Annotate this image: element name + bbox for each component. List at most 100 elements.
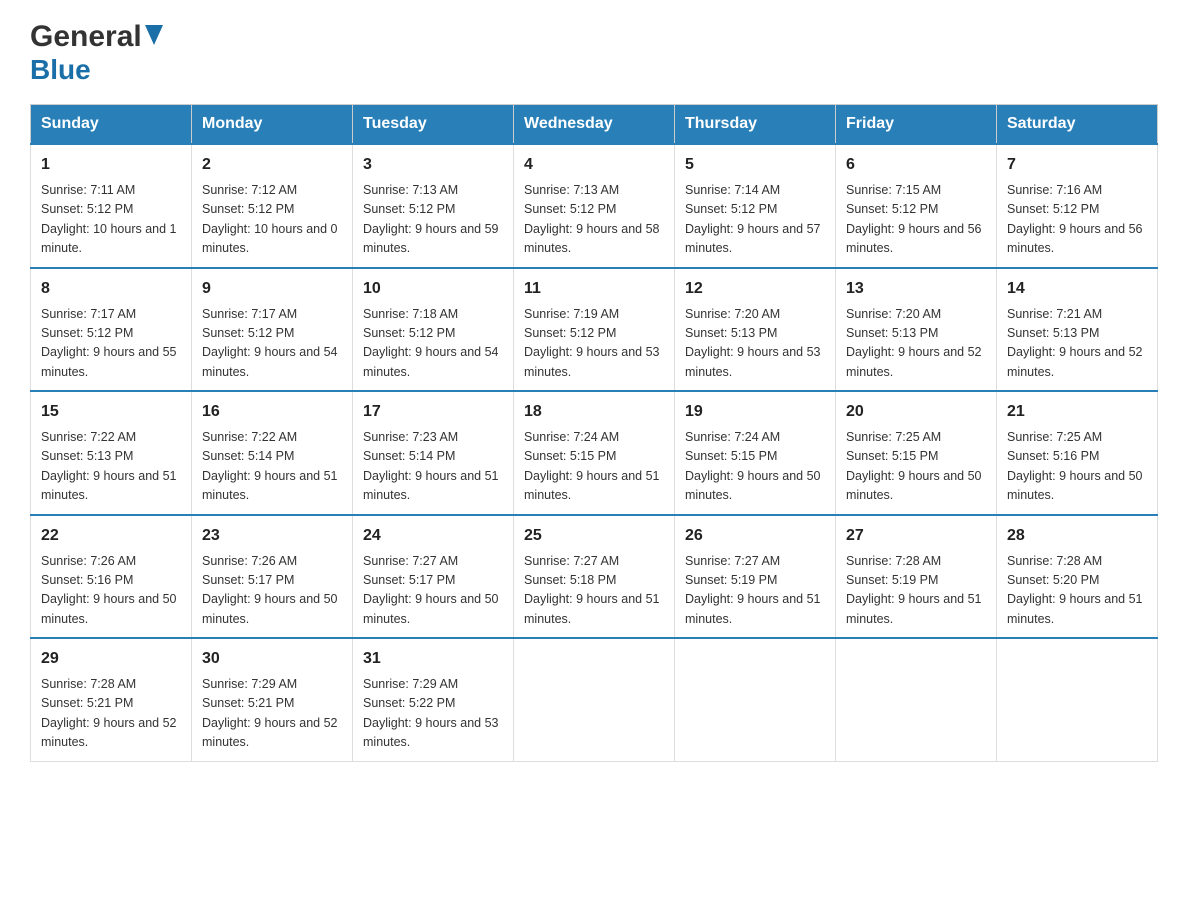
day-number: 18 [524, 400, 664, 424]
day-info: Sunrise: 7:29 AMSunset: 5:21 PMDaylight:… [202, 675, 342, 753]
day-number: 12 [685, 277, 825, 301]
day-number: 3 [363, 153, 503, 177]
day-number: 21 [1007, 400, 1147, 424]
calendar-table: SundayMondayTuesdayWednesdayThursdayFrid… [30, 104, 1158, 762]
day-info: Sunrise: 7:21 AMSunset: 5:13 PMDaylight:… [1007, 305, 1147, 383]
calendar-cell: 4 Sunrise: 7:13 AMSunset: 5:12 PMDaylight… [514, 144, 675, 268]
day-header-sunday: Sunday [31, 105, 192, 145]
calendar-cell: 15 Sunrise: 7:22 AMSunset: 5:13 PMDayligh… [31, 391, 192, 515]
day-info: Sunrise: 7:13 AMSunset: 5:12 PMDaylight:… [363, 181, 503, 259]
day-info: Sunrise: 7:20 AMSunset: 5:13 PMDaylight:… [685, 305, 825, 383]
day-number: 15 [41, 400, 181, 424]
day-info: Sunrise: 7:14 AMSunset: 5:12 PMDaylight:… [685, 181, 825, 259]
week-row-4: 22 Sunrise: 7:26 AMSunset: 5:16 PMDayligh… [31, 515, 1158, 639]
day-info: Sunrise: 7:25 AMSunset: 5:16 PMDaylight:… [1007, 428, 1147, 506]
day-header-monday: Monday [192, 105, 353, 145]
day-info: Sunrise: 7:24 AMSunset: 5:15 PMDaylight:… [524, 428, 664, 506]
day-number: 6 [846, 153, 986, 177]
calendar-cell: 25 Sunrise: 7:27 AMSunset: 5:18 PMDayligh… [514, 515, 675, 639]
calendar-cell: 19 Sunrise: 7:24 AMSunset: 5:15 PMDayligh… [675, 391, 836, 515]
day-info: Sunrise: 7:19 AMSunset: 5:12 PMDaylight:… [524, 305, 664, 383]
day-info: Sunrise: 7:28 AMSunset: 5:21 PMDaylight:… [41, 675, 181, 753]
day-number: 7 [1007, 153, 1147, 177]
day-number: 24 [363, 524, 503, 548]
day-number: 28 [1007, 524, 1147, 548]
calendar-cell: 1Sunrise: 7:11 AMSunset: 5:12 PMDaylight… [31, 144, 192, 268]
calendar-cell: 3 Sunrise: 7:13 AMSunset: 5:12 PMDaylight… [353, 144, 514, 268]
day-number: 26 [685, 524, 825, 548]
calendar-cell [836, 638, 997, 761]
day-info: Sunrise: 7:22 AMSunset: 5:13 PMDaylight:… [41, 428, 181, 506]
day-header-tuesday: Tuesday [353, 105, 514, 145]
calendar-cell: 12 Sunrise: 7:20 AMSunset: 5:13 PMDayligh… [675, 268, 836, 392]
day-info: Sunrise: 7:26 AMSunset: 5:17 PMDaylight:… [202, 552, 342, 630]
calendar-header-row: SundayMondayTuesdayWednesdayThursdayFrid… [31, 105, 1158, 145]
day-info: Sunrise: 7:20 AMSunset: 5:13 PMDaylight:… [846, 305, 986, 383]
calendar-cell: 31 Sunrise: 7:29 AMSunset: 5:22 PMDayligh… [353, 638, 514, 761]
day-header-friday: Friday [836, 105, 997, 145]
day-number: 16 [202, 400, 342, 424]
day-number: 20 [846, 400, 986, 424]
logo-blue: Blue [30, 56, 91, 84]
day-info: Sunrise: 7:29 AMSunset: 5:22 PMDaylight:… [363, 675, 503, 753]
day-header-wednesday: Wednesday [514, 105, 675, 145]
calendar-cell: 24 Sunrise: 7:27 AMSunset: 5:17 PMDayligh… [353, 515, 514, 639]
calendar-cell: 21 Sunrise: 7:25 AMSunset: 5:16 PMDayligh… [997, 391, 1158, 515]
day-info: Sunrise: 7:22 AMSunset: 5:14 PMDaylight:… [202, 428, 342, 506]
calendar-cell: 9Sunrise: 7:17 AMSunset: 5:12 PMDaylight… [192, 268, 353, 392]
day-info: Sunrise: 7:27 AMSunset: 5:18 PMDaylight:… [524, 552, 664, 630]
day-number: 25 [524, 524, 664, 548]
day-number: 2 [202, 153, 342, 177]
calendar-cell: 16 Sunrise: 7:22 AMSunset: 5:14 PMDayligh… [192, 391, 353, 515]
calendar-cell: 28Sunrise: 7:28 AMSunset: 5:20 PMDayligh… [997, 515, 1158, 639]
day-info: Sunrise: 7:26 AMSunset: 5:16 PMDaylight:… [41, 552, 181, 630]
day-info: Sunrise: 7:15 AMSunset: 5:12 PMDaylight:… [846, 181, 986, 259]
day-number: 22 [41, 524, 181, 548]
week-row-3: 15 Sunrise: 7:22 AMSunset: 5:13 PMDayligh… [31, 391, 1158, 515]
day-number: 4 [524, 153, 664, 177]
day-number: 8 [41, 277, 181, 301]
day-number: 10 [363, 277, 503, 301]
day-number: 31 [363, 647, 503, 671]
logo-arrow-icon [145, 25, 163, 50]
calendar-cell: 17Sunrise: 7:23 AMSunset: 5:14 PMDayligh… [353, 391, 514, 515]
calendar-cell: 8 Sunrise: 7:17 AMSunset: 5:12 PMDaylight… [31, 268, 192, 392]
page-header: General Blue [30, 20, 1158, 84]
day-info: Sunrise: 7:25 AMSunset: 5:15 PMDaylight:… [846, 428, 986, 506]
calendar-cell: 13 Sunrise: 7:20 AMSunset: 5:13 PMDayligh… [836, 268, 997, 392]
logo-general: General [30, 20, 142, 54]
day-info: Sunrise: 7:27 AMSunset: 5:17 PMDaylight:… [363, 552, 503, 630]
day-info: Sunrise: 7:13 AMSunset: 5:12 PMDaylight:… [524, 181, 664, 259]
calendar-cell: 30 Sunrise: 7:29 AMSunset: 5:21 PMDayligh… [192, 638, 353, 761]
calendar-cell: 23Sunrise: 7:26 AMSunset: 5:17 PMDayligh… [192, 515, 353, 639]
calendar-cell: 20 Sunrise: 7:25 AMSunset: 5:15 PMDayligh… [836, 391, 997, 515]
calendar-cell [675, 638, 836, 761]
calendar-cell: 11 Sunrise: 7:19 AMSunset: 5:12 PMDayligh… [514, 268, 675, 392]
calendar-cell: 18 Sunrise: 7:24 AMSunset: 5:15 PMDayligh… [514, 391, 675, 515]
day-info: Sunrise: 7:11 AMSunset: 5:12 PMDaylight:… [41, 181, 181, 259]
day-info: Sunrise: 7:17 AMSunset: 5:12 PMDaylight:… [41, 305, 181, 383]
calendar-cell: 5 Sunrise: 7:14 AMSunset: 5:12 PMDaylight… [675, 144, 836, 268]
day-number: 27 [846, 524, 986, 548]
calendar-cell: 26Sunrise: 7:27 AMSunset: 5:19 PMDayligh… [675, 515, 836, 639]
week-row-1: 1Sunrise: 7:11 AMSunset: 5:12 PMDaylight… [31, 144, 1158, 268]
day-info: Sunrise: 7:17 AMSunset: 5:12 PMDaylight:… [202, 305, 342, 383]
calendar-cell [514, 638, 675, 761]
day-number: 11 [524, 277, 664, 301]
week-row-2: 8 Sunrise: 7:17 AMSunset: 5:12 PMDaylight… [31, 268, 1158, 392]
day-header-saturday: Saturday [997, 105, 1158, 145]
day-number: 29 [41, 647, 181, 671]
day-info: Sunrise: 7:24 AMSunset: 5:15 PMDaylight:… [685, 428, 825, 506]
calendar-cell: 10 Sunrise: 7:18 AMSunset: 5:12 PMDayligh… [353, 268, 514, 392]
day-number: 13 [846, 277, 986, 301]
day-number: 30 [202, 647, 342, 671]
day-number: 17 [363, 400, 503, 424]
calendar-cell: 7Sunrise: 7:16 AMSunset: 5:12 PMDaylight… [997, 144, 1158, 268]
day-number: 14 [1007, 277, 1147, 301]
day-number: 19 [685, 400, 825, 424]
calendar-cell: 27Sunrise: 7:28 AMSunset: 5:19 PMDayligh… [836, 515, 997, 639]
day-info: Sunrise: 7:12 AMSunset: 5:12 PMDaylight:… [202, 181, 342, 259]
day-number: 5 [685, 153, 825, 177]
calendar-cell: 22 Sunrise: 7:26 AMSunset: 5:16 PMDayligh… [31, 515, 192, 639]
day-info: Sunrise: 7:18 AMSunset: 5:12 PMDaylight:… [363, 305, 503, 383]
